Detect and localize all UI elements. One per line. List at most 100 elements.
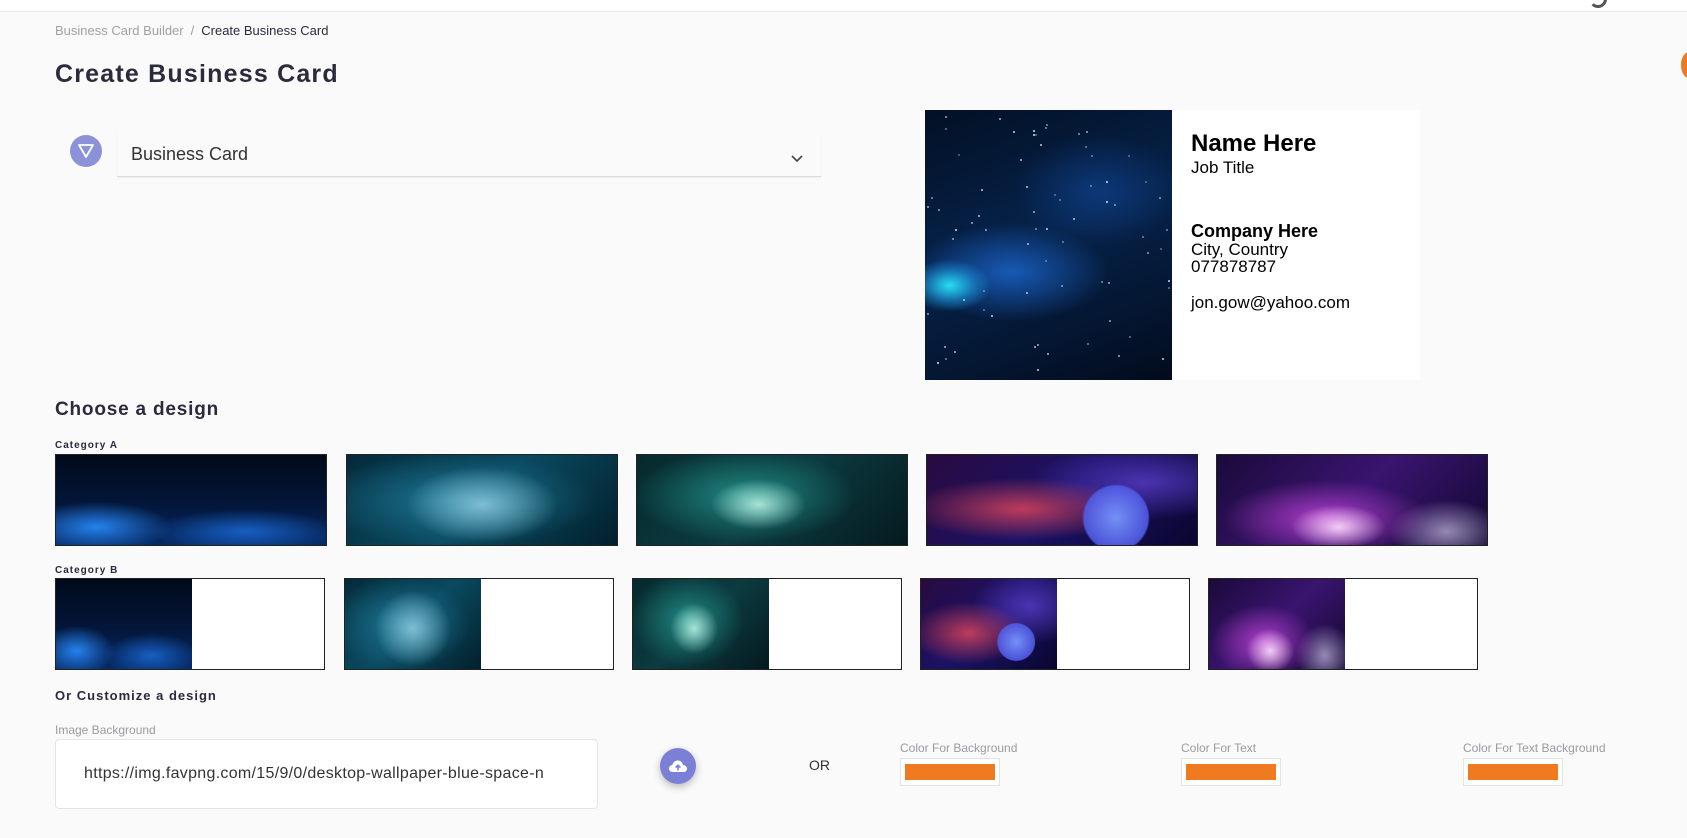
design-b-image [345,579,481,669]
star-dot [1035,134,1038,137]
text-bg-color-swatch [1468,764,1558,780]
star-dot [1106,200,1109,203]
design-a-purple-galaxy[interactable] [1216,454,1488,546]
star-dot [1013,130,1016,133]
star-dot [1036,343,1039,346]
category-a-label: Category A [55,440,118,451]
text-bg-color-picker[interactable] [1463,758,1563,786]
card-city: City, Country [1191,240,1288,259]
star-dot [1144,180,1147,183]
design-a-green-starfield[interactable] [636,454,908,546]
star-dot [1060,284,1063,287]
bg-color-picker[interactable] [900,758,1000,786]
star-dot [1072,217,1075,220]
or-separator: OR [809,757,830,773]
top-bar [0,0,1687,12]
design-a-pink-planet[interactable] [926,454,1198,546]
text-color-picker[interactable] [1181,758,1281,786]
star-dot [951,238,954,241]
star-dot [1046,123,1049,126]
text-color-swatch [1186,764,1276,780]
image-url-input[interactable] [55,739,598,809]
star-dot [1086,343,1089,346]
star-dot [1032,130,1035,133]
star-dot [1089,185,1092,188]
star-dot [1108,281,1111,284]
star-dot [1044,127,1047,130]
star-dot [977,215,980,218]
star-dot [1032,211,1035,214]
star-dot [1026,243,1029,246]
design-a-teal-cloud[interactable] [346,454,618,546]
star-dot [944,358,947,361]
star-dot [937,208,940,211]
design-b-image [1209,579,1345,669]
star-dot [1046,227,1049,230]
star-dot [1159,197,1162,200]
star-dot [1047,352,1050,355]
star-dot [971,222,974,225]
card-type-select[interactable]: Business Card [117,132,821,177]
star-dot [982,290,985,293]
star-dot [1035,227,1038,230]
upload-button[interactable] [660,748,696,784]
star-dot [1167,286,1170,289]
star-dot [945,115,948,118]
star-dot [984,228,987,231]
star-dot [1167,280,1170,283]
page-title: Create Business Card [55,60,339,88]
text-color-label: Color For Text [1181,741,1257,755]
star-dot [1162,358,1165,361]
star-dot [930,196,933,199]
star-dot [981,189,984,192]
help-fab-icon[interactable] [1681,52,1687,78]
star-dot [954,350,957,353]
breadcrumb-current: Create Business Card [201,23,329,38]
breadcrumb: Business Card Builder / Create Business … [55,23,328,38]
design-b-image [633,579,769,669]
chevron-down-icon [791,147,803,168]
star-dot [1037,369,1040,372]
customize-heading: Or Customize a design [55,688,217,703]
star-dot [1114,204,1117,207]
star-dot [1128,335,1131,338]
star-dot [958,154,961,157]
star-dot [991,315,994,318]
star-dot [1033,133,1036,136]
card-phone: 077878787 [1191,257,1277,276]
star-dot [927,312,930,315]
card-job-title: Job Title [1191,158,1255,177]
card-type-value: Business Card [131,143,249,164]
star-dot [1146,251,1149,254]
breadcrumb-link-builder[interactable]: Business Card Builder [55,23,184,38]
star-dot [945,128,948,131]
star-dot [1117,355,1120,358]
design-b-pink-planet[interactable] [920,578,1190,670]
star-dot [937,361,940,364]
card-text-area: Name Here Job Title Company Here City, C… [1172,110,1350,380]
star-dot [1141,236,1144,239]
breadcrumb-separator: / [190,23,195,38]
bg-color-swatch [905,764,995,780]
star-dot [982,309,985,312]
design-b-purple-galaxy[interactable] [1208,578,1478,670]
star-dot [1054,194,1057,197]
star-dot [1062,240,1065,243]
card-company: Company Here [1191,221,1319,241]
star-dot [962,299,965,302]
star-dot [999,117,1002,120]
design-a-blue-nebula[interactable] [55,454,327,546]
star-dot [1090,155,1093,158]
category-b-label: Category B [55,565,119,576]
star-dot [1045,260,1048,263]
choose-design-heading: Choose a design [55,399,220,420]
design-b-teal-cloud[interactable] [344,578,614,670]
triangle-down-icon [70,135,102,167]
image-background-label: Image Background [55,723,156,737]
design-b-green-starfield[interactable] [632,578,902,670]
design-b-blue-nebula[interactable] [55,578,325,670]
star-dot [1105,181,1108,184]
cloud-upload-icon [669,760,687,772]
star-dot [1077,133,1080,136]
star-dot [954,229,957,232]
